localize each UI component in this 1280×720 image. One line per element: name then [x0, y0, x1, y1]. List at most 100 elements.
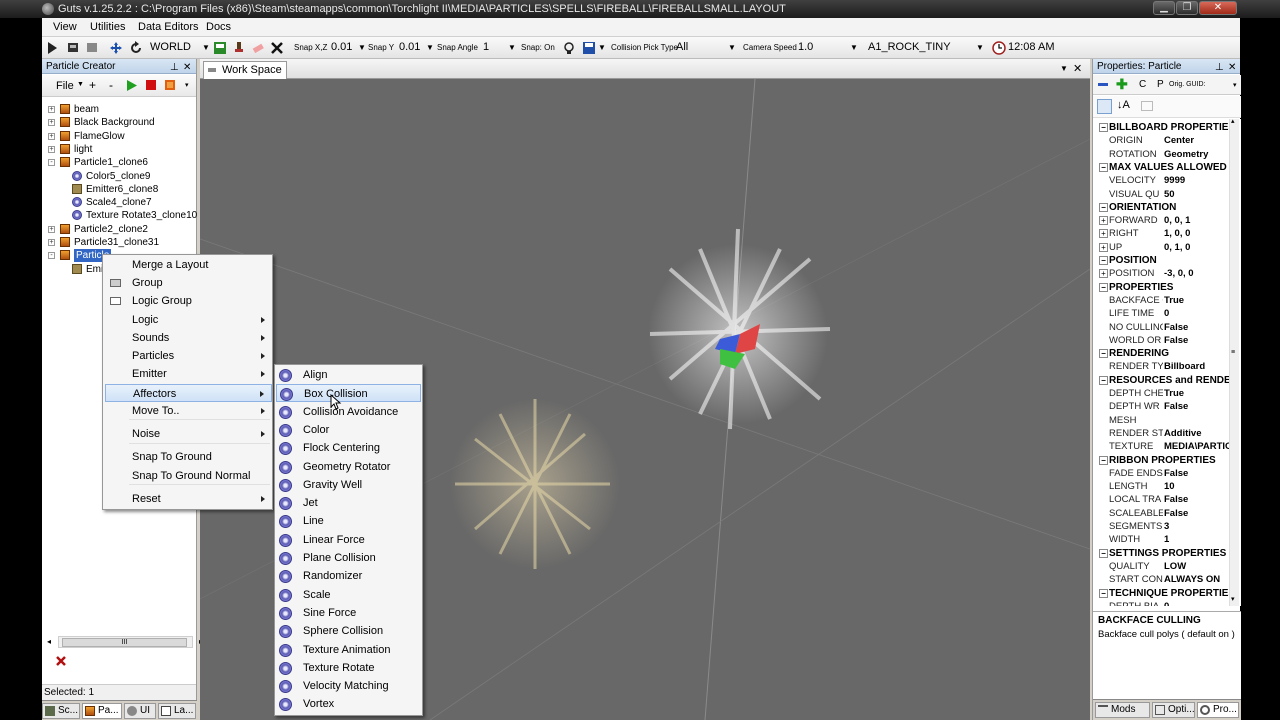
tree-item[interactable]: + Particle2_clone2	[42, 223, 197, 236]
property-row[interactable]: + UP 0, 1, 0	[1093, 241, 1229, 254]
affector-item-collision-avoidance[interactable]: Collision Avoidance	[276, 403, 421, 421]
property-row[interactable]: BACKFACE CTrue	[1093, 294, 1229, 307]
expand-icon[interactable]: +	[1099, 229, 1108, 239]
snap-angle-value[interactable]: 1	[483, 41, 489, 53]
property-row[interactable]: + POSITION -3, 0, 0	[1093, 267, 1229, 280]
property-value[interactable]: 10	[1164, 480, 1229, 493]
property-row[interactable]: RENDER ST Additive	[1093, 427, 1229, 440]
context-item-sounds[interactable]: Sounds	[105, 329, 272, 347]
collapse-icon[interactable]: −	[1099, 162, 1108, 172]
overflow-icon[interactable]: ▾	[1233, 81, 1237, 89]
property-value[interactable]: Additive	[1164, 427, 1229, 440]
context-item-reset[interactable]: Reset	[105, 490, 272, 508]
expander-icon[interactable]: -	[48, 252, 55, 260]
affector-item-plane-collision[interactable]: Plane Collision	[276, 549, 421, 567]
import-icon[interactable]	[66, 41, 80, 55]
overflow-icon[interactable]: ▾	[185, 81, 189, 89]
affector-item-jet[interactable]: Jet	[276, 494, 421, 512]
property-row[interactable]: SEGMENTS 3	[1093, 520, 1229, 533]
property-row[interactable]: LOCAL TRA False	[1093, 493, 1229, 506]
pin-icon[interactable]	[232, 41, 246, 55]
property-value[interactable]: False	[1164, 321, 1229, 334]
play-icon[interactable]	[45, 41, 59, 55]
minimize-button[interactable]: ▁	[1153, 1, 1175, 15]
expand-icon[interactable]: +	[1099, 242, 1108, 252]
sort-alpha-icon[interactable]: ↓A	[1117, 99, 1130, 111]
expand-icon[interactable]: +	[1099, 269, 1108, 279]
p-button[interactable]: P	[1157, 79, 1164, 90]
chevron-down-icon[interactable]: ▼	[976, 43, 984, 52]
context-item-noise[interactable]: Noise	[105, 425, 272, 443]
expander-icon[interactable]: +	[48, 119, 55, 127]
property-value[interactable]: 9999	[1164, 174, 1229, 187]
expander-icon[interactable]: -	[48, 159, 55, 167]
property-row[interactable]: DEPTH BIA0	[1093, 600, 1229, 606]
property-row[interactable]: FADE ENDS False	[1093, 467, 1229, 480]
chevron-down-icon[interactable]: ▼	[202, 43, 210, 52]
chevron-down-icon[interactable]: ▼	[1060, 64, 1068, 73]
chevron-down-icon[interactable]: ▼	[850, 43, 858, 52]
plus-icon[interactable]: ✚	[1116, 76, 1128, 93]
tree-item[interactable]: Texture Rotate3_clone10	[42, 209, 197, 222]
property-row[interactable]: ROTATION Geometry	[1093, 148, 1229, 161]
rotate-tool-icon[interactable]	[129, 41, 143, 55]
property-category[interactable]: − SETTINGS PROPERTIES	[1093, 547, 1229, 560]
property-value[interactable]: 50	[1164, 188, 1229, 201]
tab-work-space[interactable]: Work Space	[203, 61, 287, 79]
c-button[interactable]: C	[1139, 79, 1146, 90]
record-icon[interactable]	[164, 79, 176, 91]
property-value[interactable]: 0	[1164, 600, 1229, 606]
property-category[interactable]: − BILLBOARD PROPERTIES	[1093, 121, 1229, 134]
affector-item-randomizer[interactable]: Randomizer	[276, 567, 421, 585]
property-value[interactable]: False	[1164, 507, 1229, 520]
tree-item[interactable]: Color5_clone9	[42, 170, 197, 183]
pin-icon[interactable]: ⊥	[1215, 60, 1224, 75]
add-button[interactable]: +	[89, 78, 96, 92]
collapse-icon[interactable]: −	[1099, 123, 1108, 132]
property-row[interactable]: VELOCITY 9999	[1093, 174, 1229, 187]
chevron-down-icon[interactable]: ▼	[728, 43, 736, 52]
close-window-button[interactable]: ✕	[1199, 1, 1237, 15]
menu-utilities[interactable]: Utilities	[90, 21, 125, 33]
move-tool-icon[interactable]	[109, 41, 123, 55]
close-icon[interactable]: ✕	[1073, 62, 1082, 75]
expander-icon[interactable]: +	[48, 106, 55, 113]
context-item-group[interactable]: Group	[105, 274, 272, 292]
collapse-icon[interactable]: −	[1099, 282, 1108, 292]
menu-docs[interactable]: Docs	[206, 21, 231, 33]
transform-space-value[interactable]: WORLD	[150, 41, 191, 53]
expand-icon[interactable]: +	[1099, 216, 1108, 226]
property-category[interactable]: − POSITION	[1093, 254, 1229, 267]
affector-item-gravity-well[interactable]: Gravity Well	[276, 476, 421, 494]
property-value[interactable]: Billboard	[1164, 360, 1229, 373]
scroll-grip-icon[interactable]: ≡	[1231, 349, 1235, 356]
property-category[interactable]: − RIBBON PROPERTIES	[1093, 454, 1229, 467]
grid-save-icon[interactable]	[213, 41, 227, 55]
property-value[interactable]: Geometry	[1164, 148, 1229, 161]
delete-x-icon[interactable]	[270, 41, 284, 55]
property-value[interactable]: ALWAYS ON	[1164, 573, 1229, 586]
tree-item[interactable]: Scale4_clone7	[42, 196, 197, 209]
property-row[interactable]: VISUAL QU 50	[1093, 188, 1229, 201]
affector-item-sine-force[interactable]: Sine Force	[276, 604, 421, 622]
tree-item[interactable]: + beam	[42, 103, 197, 116]
property-row[interactable]: LENGTH 10	[1093, 480, 1229, 493]
tab-properties[interactable]: Pro...	[1197, 702, 1239, 718]
chevron-down-icon[interactable]: ▼	[358, 43, 366, 52]
property-row[interactable]: LIFE TIME 0	[1093, 307, 1229, 320]
property-value[interactable]: 0, 0, 1	[1164, 214, 1229, 227]
property-category[interactable]: − ORIENTATION	[1093, 201, 1229, 214]
tree-item[interactable]: - Particle1_clone6	[42, 156, 197, 169]
affector-item-vortex[interactable]: Vortex	[276, 695, 421, 713]
chevron-down-icon[interactable]: ▼	[77, 81, 84, 88]
affector-item-geometry-rotator[interactable]: Geometry Rotator	[276, 458, 421, 476]
affector-item-sphere-collision[interactable]: Sphere Collision	[276, 622, 421, 640]
property-row[interactable]: TEXTURE MEDIA\PARTICLES	[1093, 440, 1229, 453]
collapse-icon[interactable]: −	[1099, 349, 1108, 359]
light-bulb-icon[interactable]	[562, 41, 576, 55]
expander-icon[interactable]: +	[48, 239, 55, 246]
snap-xz-value[interactable]: 0.01	[331, 41, 352, 53]
menu-view[interactable]: View	[53, 21, 77, 33]
context-item-move-to[interactable]: Move To..	[105, 402, 272, 420]
collapse-icon[interactable]: −	[1099, 588, 1108, 598]
